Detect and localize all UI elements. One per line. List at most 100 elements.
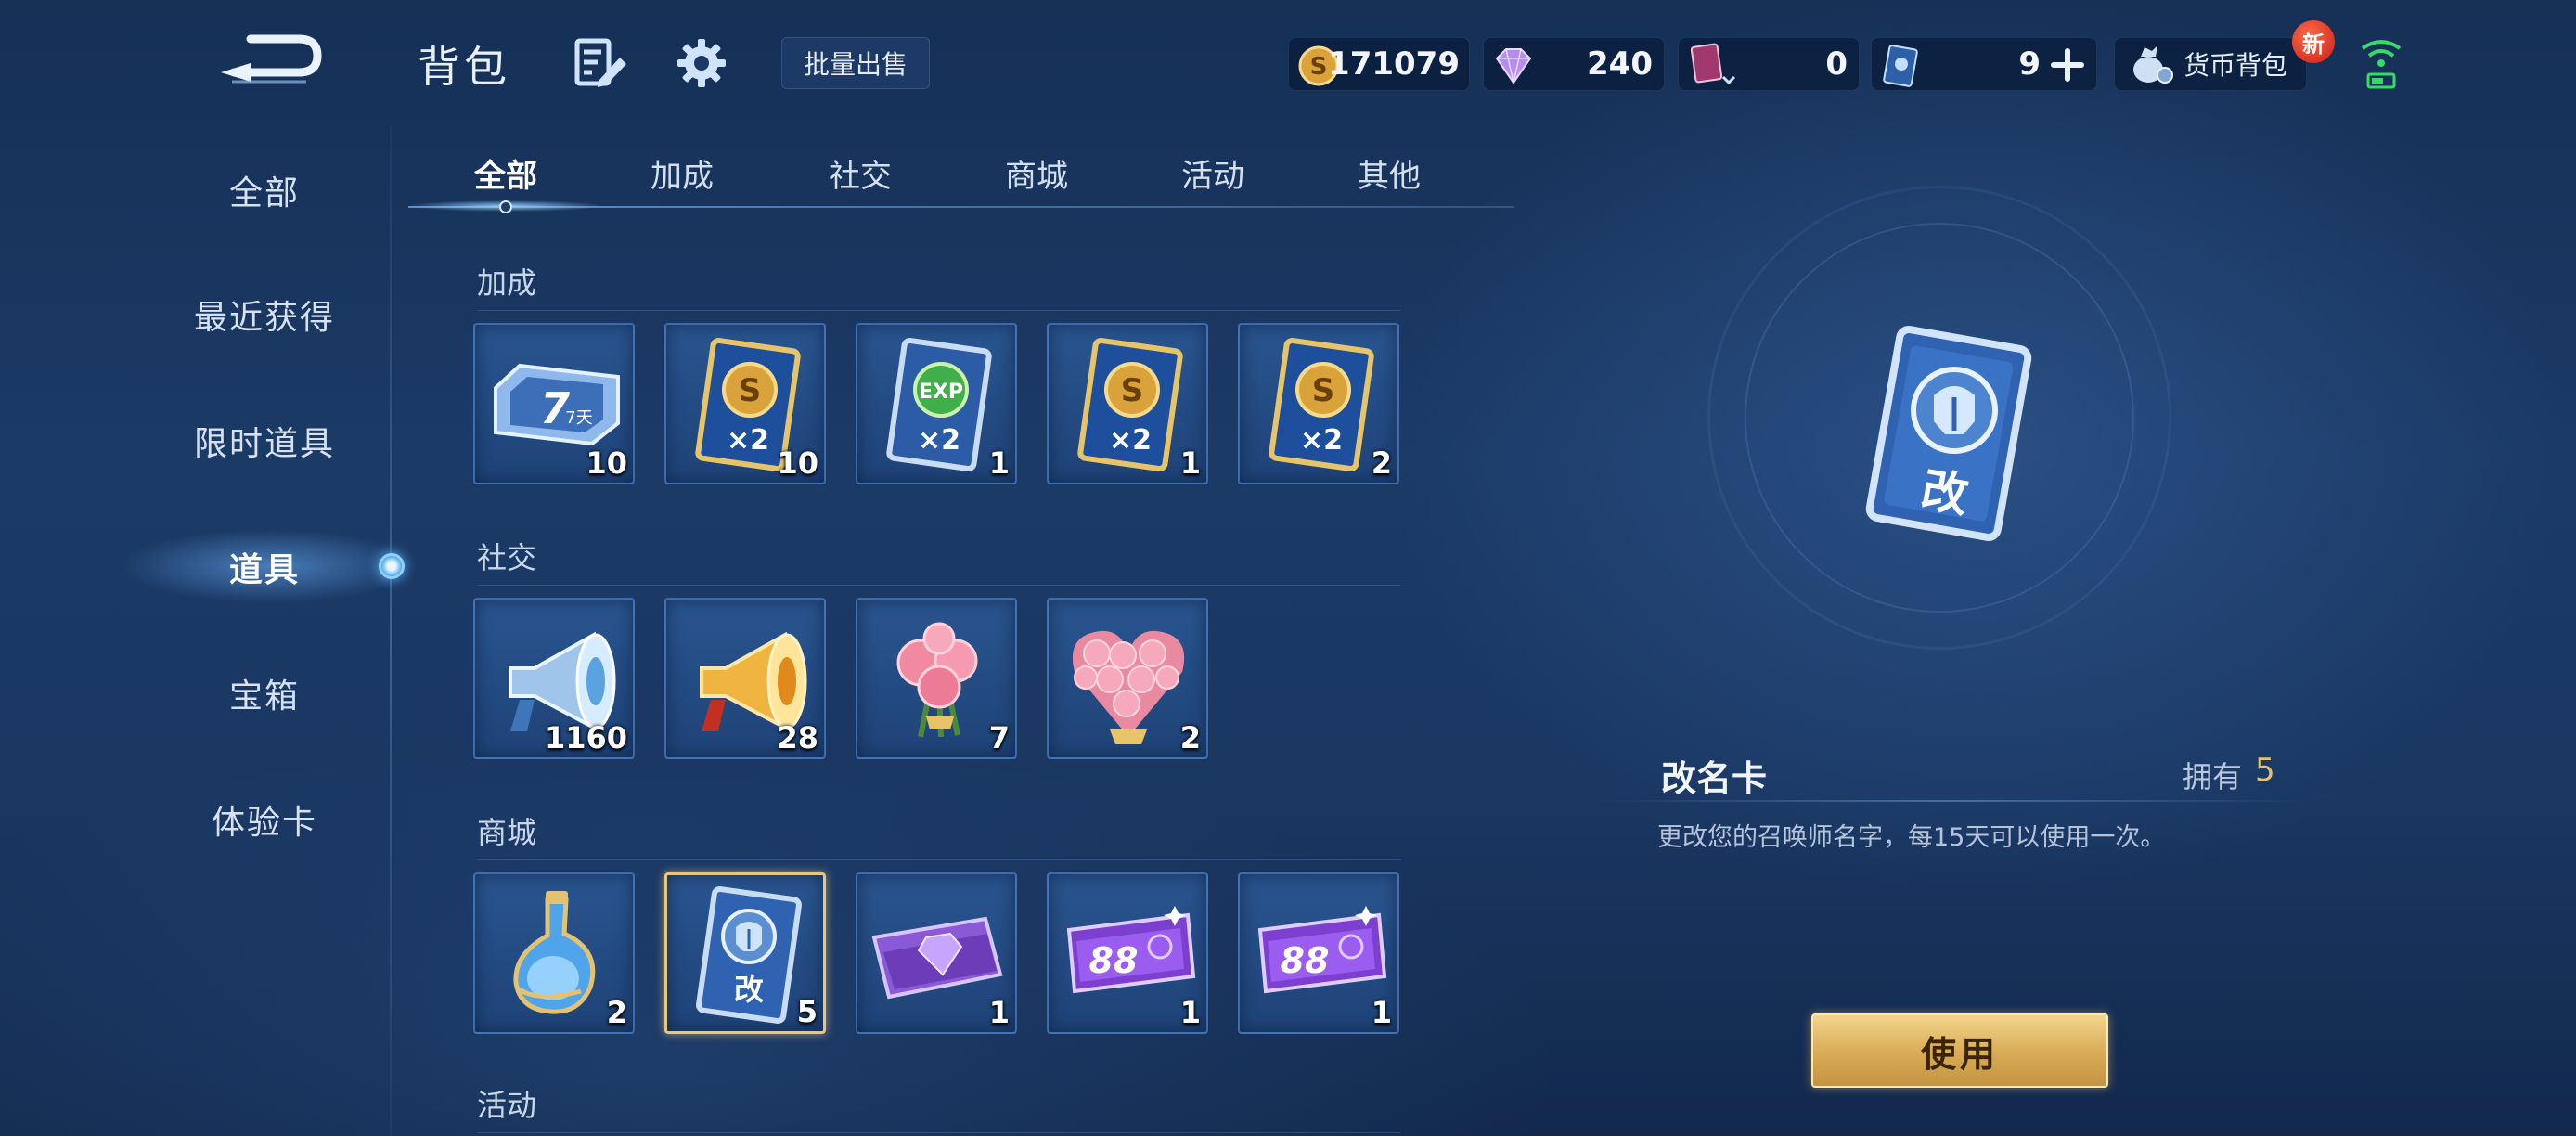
sidebar-item-all[interactable]: 全部: [130, 158, 399, 223]
section-divider: [477, 1132, 1401, 1133]
section-divider: [477, 310, 1401, 311]
item-count: 2: [1371, 445, 1392, 481]
heart-rose-bouquet-icon: [1072, 630, 1185, 744]
tab-shop[interactable]: 商城: [976, 147, 1097, 199]
svg-text:改: 改: [1917, 462, 1972, 523]
item-slot[interactable]: 88 1: [1047, 872, 1208, 1034]
sidebar-active-indicator: [379, 553, 405, 579]
pink-card-icon: [1690, 43, 1736, 85]
sidebar-item-props[interactable]: 道具: [130, 535, 399, 600]
tab-all[interactable]: 全部: [445, 147, 566, 199]
svg-text:88: 88: [1089, 940, 1139, 981]
rename-card-large-icon: 改: [1865, 325, 2032, 542]
sidebar-item-chest[interactable]: 宝箱: [130, 661, 399, 726]
gold-currency: S 171079: [1288, 37, 1470, 91]
gold-x2-card-icon: S ×2: [1269, 337, 1374, 472]
blue-card-icon: [1883, 45, 1918, 87]
svg-text:×2: ×2: [918, 424, 960, 457]
item-description: 更改您的召唤师名字，每15天可以使用一次。: [1657, 823, 2166, 852]
card-currency: 0: [1678, 37, 1860, 91]
gold-amount: 171079: [1328, 45, 1460, 83]
diamond-amount: 240: [1587, 45, 1653, 83]
batch-sell-button[interactable]: 批量出售: [781, 37, 930, 89]
back-arrow-icon[interactable]: [213, 26, 325, 91]
card-amount: 0: [1825, 45, 1848, 83]
item-slot[interactable]: 2: [473, 872, 635, 1034]
item-count: 28: [777, 720, 818, 755]
item-slot[interactable]: 7: [856, 598, 1017, 759]
item-slot[interactable]: 7 7天 10: [473, 323, 635, 484]
svg-text:88: 88: [1281, 940, 1330, 981]
7-day-label: 7天: [565, 408, 592, 428]
item-count: 2: [1179, 720, 1201, 755]
sidebar-item-limited[interactable]: 限时道具: [130, 408, 399, 473]
item-count: 1: [1179, 995, 1201, 1030]
ticket-amount: 9: [2018, 45, 2041, 83]
item-count: 1: [1179, 445, 1201, 481]
item-slot[interactable]: EXP ×2 1: [856, 323, 1017, 484]
svg-text:×2: ×2: [1300, 424, 1343, 457]
88-ticket-icon: 88: [1066, 906, 1196, 994]
item-slot[interactable]: 1: [856, 872, 1017, 1034]
svg-text:×2: ×2: [1109, 424, 1152, 457]
page-title: 背包: [418, 42, 510, 92]
item-count: 7: [988, 720, 1010, 755]
gear-icon[interactable]: [676, 37, 728, 89]
item-count: 1: [988, 995, 1010, 1030]
own-label: 拥有: [2183, 759, 2243, 794]
item-count: 10: [586, 445, 627, 481]
item-slot[interactable]: 1160: [473, 598, 635, 759]
money-bag-icon: [2133, 45, 2173, 84]
svg-text:S: S: [1312, 372, 1335, 409]
tab-other[interactable]: 其他: [1329, 147, 1449, 199]
88-ticket-icon: 88: [1257, 906, 1387, 994]
item-slot[interactable]: S ×2 2: [1238, 323, 1399, 484]
ticket-currency: 9: [1871, 37, 2097, 91]
section-title-bonus: 加成: [477, 265, 537, 301]
wifi-status-icon: [2361, 40, 2402, 89]
plus-icon[interactable]: [2050, 47, 2085, 83]
item-slot[interactable]: S ×2 10: [664, 323, 826, 484]
item-slot-selected[interactable]: 改 5: [664, 872, 826, 1034]
gold-x2-card-icon: S ×2: [1077, 337, 1183, 472]
item-count: 5: [796, 994, 818, 1029]
svg-text:×2: ×2: [727, 424, 769, 457]
item-count: 10: [777, 445, 818, 481]
item-slot[interactable]: 88 1: [1238, 872, 1399, 1034]
item-slot[interactable]: 2: [1047, 598, 1208, 759]
svg-text:改: 改: [734, 972, 764, 1007]
svg-text:EXP: EXP: [919, 381, 963, 404]
item-count: 1: [988, 445, 1010, 481]
diamond-currency: 240: [1483, 37, 1665, 91]
tab-social[interactable]: 社交: [800, 147, 921, 199]
new-badge: 新: [2292, 20, 2335, 63]
svg-text:S: S: [1121, 372, 1144, 409]
currency-wallet-button[interactable]: 货币背包: [2114, 37, 2307, 91]
tab-bonus[interactable]: 加成: [622, 147, 742, 199]
tab-event[interactable]: 活动: [1153, 147, 1273, 199]
svg-text:S: S: [1310, 53, 1328, 81]
section-title-event: 活动: [477, 1088, 537, 1123]
item-name: 改名卡: [1661, 758, 1768, 799]
item-count: 2: [606, 995, 627, 1030]
sidebar-item-trial-card[interactable]: 体验卡: [130, 787, 399, 852]
item-slot[interactable]: S ×2 1: [1047, 323, 1208, 484]
item-count: 1160: [544, 720, 627, 755]
section-title-shop: 商城: [477, 815, 537, 850]
diamond-icon: [1495, 48, 1532, 84]
item-count: 1: [1371, 995, 1392, 1030]
edit-list-icon[interactable]: [573, 37, 629, 89]
svg-text:S: S: [739, 372, 762, 409]
sidebar-divider: [390, 126, 392, 1136]
use-button[interactable]: 使用: [1811, 1013, 2108, 1088]
currency-wallet-label: 货币背包: [2183, 50, 2288, 81]
detail-divider: [1591, 800, 2314, 802]
exp-x2-card-icon: EXP ×2: [886, 337, 992, 472]
own-count: 5: [2255, 752, 2275, 789]
sidebar-item-recent[interactable]: 最近获得: [130, 282, 399, 347]
section-divider: [477, 585, 1401, 586]
item-slot[interactable]: 28: [664, 598, 826, 759]
tab-active-dot: [499, 200, 512, 213]
section-title-social: 社交: [477, 540, 537, 575]
diamond-ticket-icon: [871, 916, 1003, 1000]
